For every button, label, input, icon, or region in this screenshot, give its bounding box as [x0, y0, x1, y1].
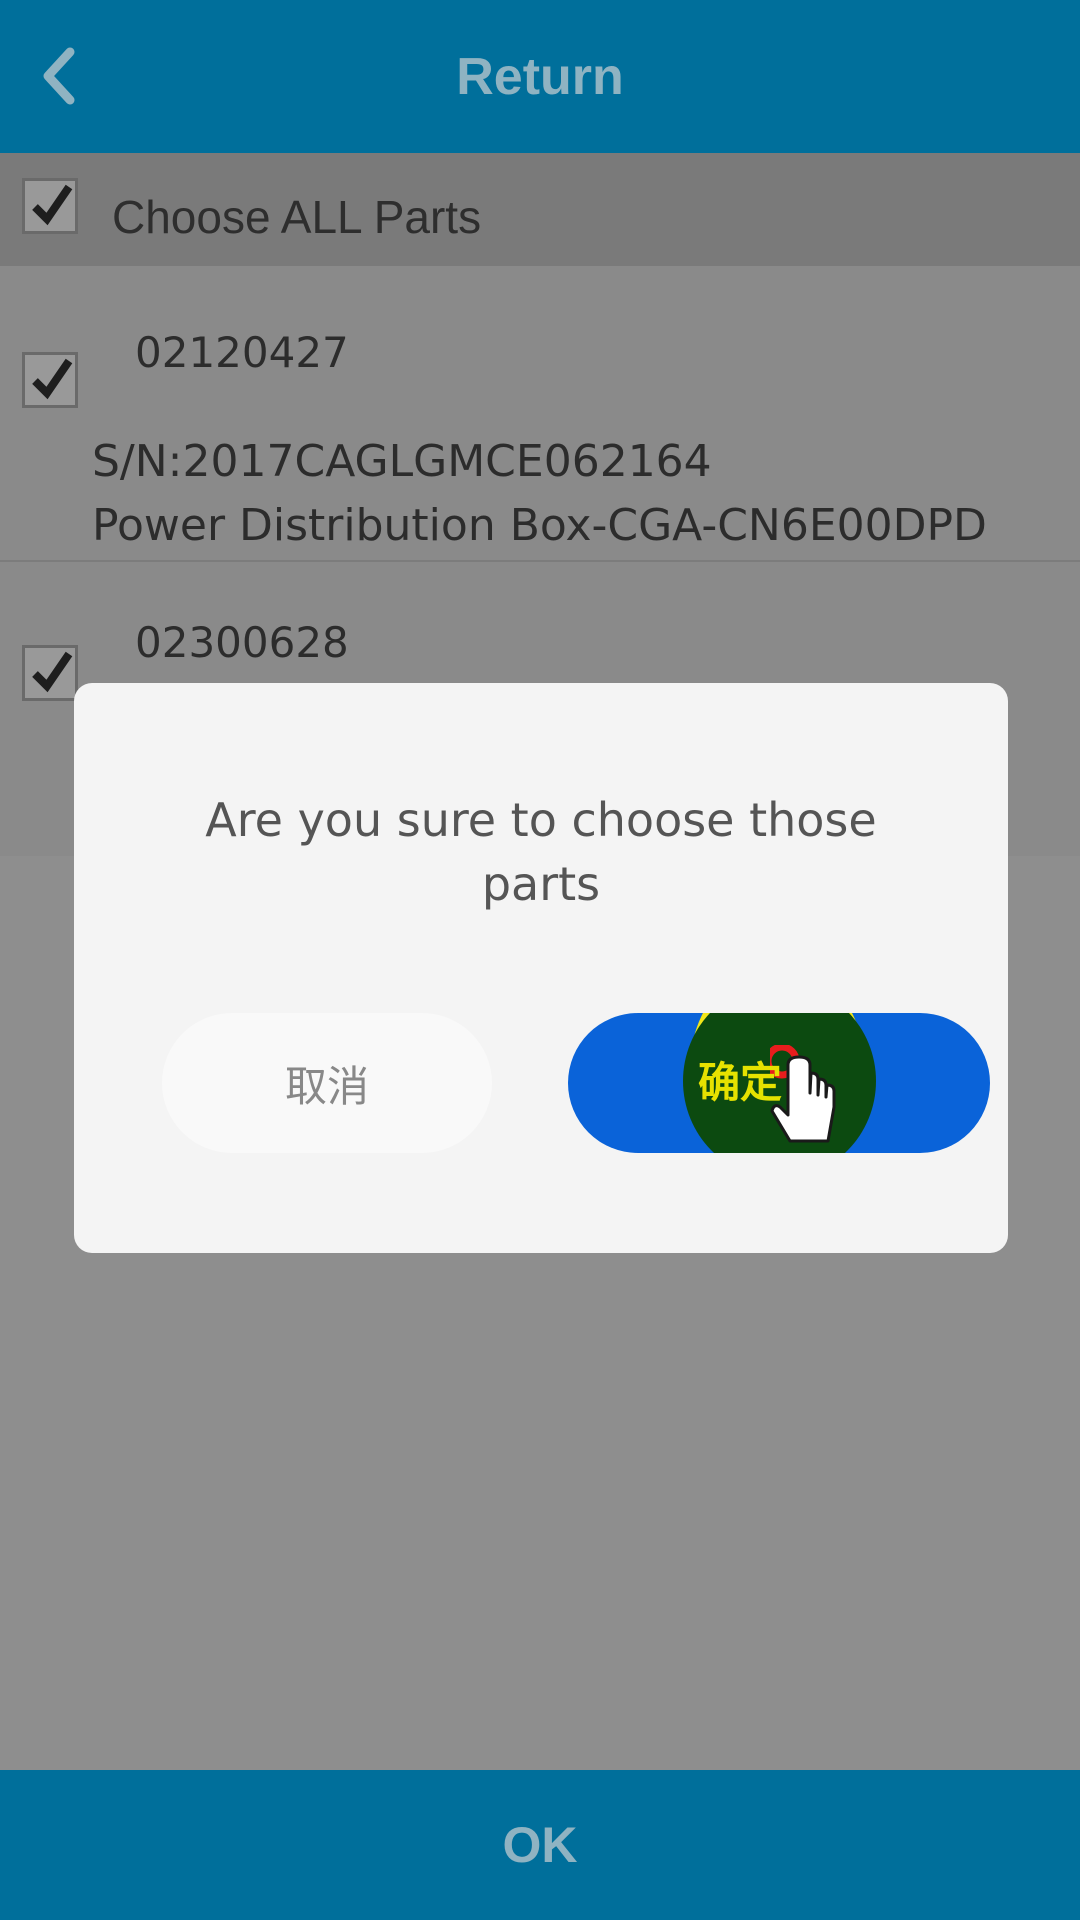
footer-bar: OK [0, 1770, 1080, 1920]
part-code: 02120427 [135, 328, 349, 377]
select-all-label: Choose ALL Parts [112, 191, 482, 243]
select-all-checkbox[interactable] [22, 178, 78, 234]
page-title: Return [456, 47, 624, 106]
check-icon [32, 651, 73, 693]
confirm-button[interactable]: 确定 [568, 1013, 990, 1153]
confirm-label: 确定 [698, 1058, 783, 1107]
back-button[interactable] [18, 36, 98, 116]
chevron-left-icon [43, 47, 75, 105]
check-icon [32, 358, 73, 400]
part-checkbox[interactable] [22, 645, 78, 701]
check-icon [32, 184, 73, 226]
part-checkbox[interactable] [22, 352, 78, 408]
dialog-message: Are you sure to choose those parts [205, 793, 877, 911]
part-code: 02300628 [135, 618, 349, 667]
part-description: Power Distribution Box-CGA-CN6E00DPD [92, 500, 987, 551]
header-bar: Return [0, 0, 1080, 153]
part-serial-number: S/N:2017CAGLGMCE062164 [92, 436, 712, 487]
cancel-button[interactable]: 取消 [162, 1013, 492, 1153]
confirm-dialog: Are you sure to choose those parts 取消 确定 [74, 683, 1008, 1253]
ok-button[interactable]: OK [503, 1816, 578, 1874]
